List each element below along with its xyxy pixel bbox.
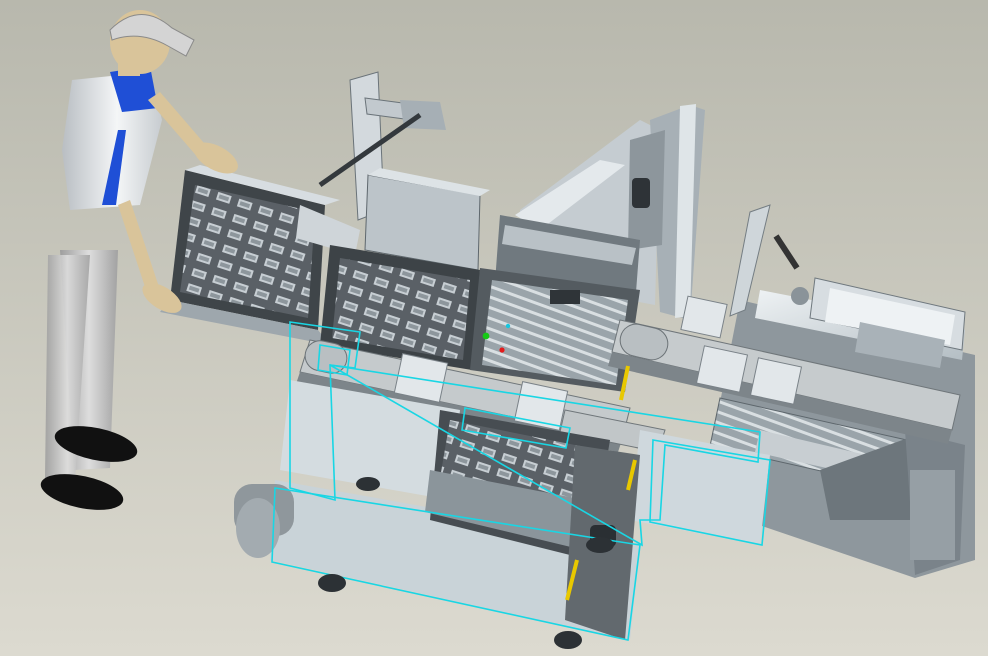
origin-marker-red <box>499 347 505 353</box>
cad-viewport[interactable] <box>0 0 988 656</box>
cad-scene[interactable] <box>0 0 988 656</box>
origin-marker-cyan <box>505 323 511 329</box>
origin-marker-green <box>482 332 490 340</box>
